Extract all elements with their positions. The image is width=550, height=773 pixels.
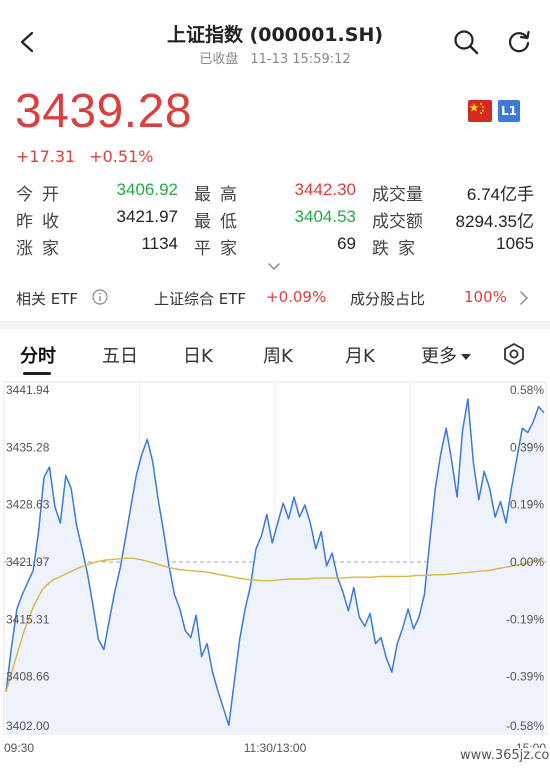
y-axis-percent-label: 0.00% [510,555,544,569]
tab-weekly-k[interactable]: 周K [263,342,293,368]
y-axis-percent-label: -0.39% [506,670,544,684]
x-axis-tick-label: 11:30/13:00 [244,741,307,755]
low-label: 最低 [194,212,246,232]
tab-more-label: 更多 [421,346,457,367]
volume-value: 6.74亿手 [466,185,534,204]
etf-label: 相关 ETF [16,290,79,308]
change-value: +17.31 [16,147,76,166]
y-axis-tick-label: 3435.28 [6,440,50,454]
advancers-value: 1134 [141,234,178,253]
tab-five-day[interactable]: 五日 [102,342,138,368]
y-axis-tick-label: 3408.66 [6,670,50,684]
settings-hexagon-icon [504,343,524,365]
refresh-button[interactable] [503,26,535,58]
status-text: 已收盘 [199,52,239,67]
chart-settings-button[interactable] [503,342,525,371]
section-divider [0,321,550,329]
top-bar: 上证指数 (000001.SH) 已收盘 11-13 15:59:12 [0,0,550,76]
amount-label: 成交额 [372,212,423,232]
y-axis-tick-label: 3441.94 [6,383,50,397]
chart-period-tabs: 分时 五日 日K 周K 月K 更多 [0,336,550,376]
stats-row: 今开 3406.92 最高 3442.30 成交量 6.74亿手 [0,180,550,206]
timestamp: 11-13 15:59:12 [250,52,351,67]
chevron-right-icon[interactable] [518,290,530,310]
tab-monthly-k[interactable]: 月K [345,342,375,368]
y-axis-tick-label: 3421.97 [6,555,50,569]
active-tab-indicator [23,372,51,375]
etf-change: +0.09% [266,288,327,306]
y-axis-tick-label: 3402.00 [6,719,50,733]
prev-close-value: 3421.97 [116,207,178,226]
prev-close-label: 昨收 [16,212,68,232]
y-axis-percent-label: 0.19% [510,498,544,512]
search-icon [454,30,479,55]
tab-daily-k[interactable]: 日K [183,342,213,368]
y-axis-percent-label: 0.58% [510,383,544,397]
constituent-ratio-value: 100% [464,288,507,306]
flag-stars [469,103,484,114]
volume-label: 成交量 [372,185,423,205]
stats-row: 昨收 3421.97 最低 3404.53 成交额 8294.35亿 [0,207,550,233]
open-value: 3406.92 [116,180,178,199]
info-circle [92,289,108,305]
low-value: 3404.53 [294,207,356,226]
tab-intraday[interactable]: 分时 [20,342,56,368]
unchanged-value: 69 [337,234,356,253]
info-icon[interactable] [92,289,108,309]
advancers-label: 涨家 [16,239,68,259]
y-axis-percent-label: -0.58% [506,719,544,733]
intraday-chart-svg: 3441.94 3435.28 3428.63 3421.97 3415.31 3408.… [3,381,547,755]
constituent-ratio-label: 成分股占比 [350,290,426,308]
caret-down-icon [461,354,471,360]
x-axis-tick-label: 09:30 [4,741,34,755]
decliners-value: 1065 [496,234,534,253]
china-flag-icon [468,100,492,122]
y-axis-tick-label: 3428.63 [6,498,50,512]
y-axis-percent-label: -0.19% [506,612,544,626]
y-axis-tick-label: 3415.31 [6,612,50,626]
expand-stats-button[interactable] [266,257,282,271]
search-button[interactable] [450,26,482,58]
etf-name[interactable]: 上证综合 ETF [154,288,246,309]
decliners-label: 跌家 [372,239,424,259]
watermark-text: www.365jz.com [456,748,550,763]
last-price: 3439.28 [15,85,193,138]
open-label: 今开 [16,185,68,205]
high-value: 3442.30 [294,180,356,199]
price-change: +17.31 +0.51% [16,147,167,166]
unchanged-label: 平家 [194,239,246,259]
change-percent: +0.51% [89,147,154,166]
related-etf-bar[interactable]: 相关 ETF 上证综合 ETF +0.09% 成分股占比 100% [0,276,550,320]
amount-value: 8294.35亿 [455,212,534,231]
level1-badge[interactable]: L1 [498,100,520,122]
intraday-chart[interactable]: 3441.94 3435.28 3428.63 3421.97 3415.31 3408.… [0,380,550,773]
chevron-down-icon [268,263,280,271]
y-axis-percent-label: 0.39% [510,440,544,454]
tab-more[interactable]: 更多 [421,342,472,368]
refresh-icon [508,30,530,53]
high-label: 最高 [194,185,246,205]
chevron-right-shape [520,291,529,305]
